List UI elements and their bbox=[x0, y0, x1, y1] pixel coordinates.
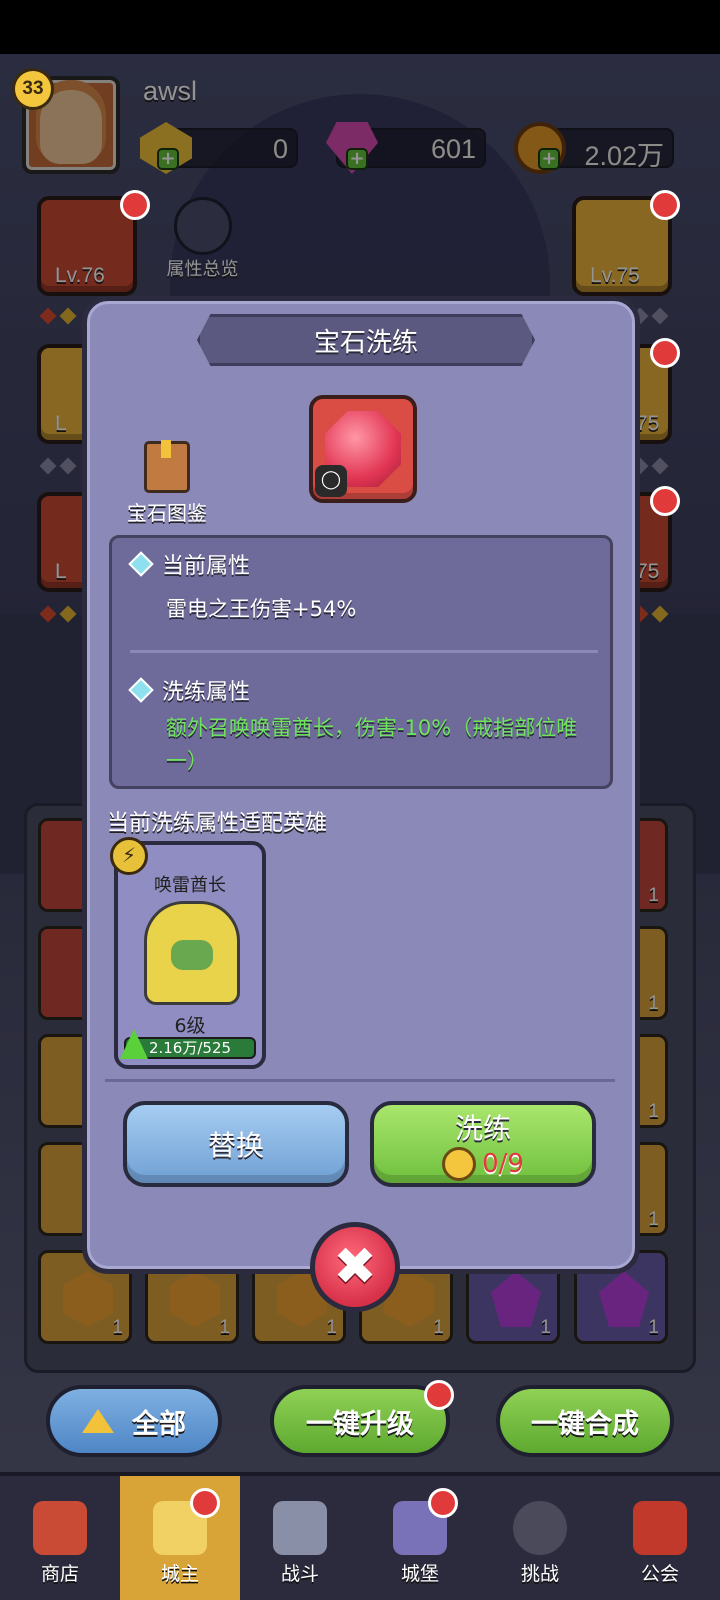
diamond-icon bbox=[128, 677, 154, 703]
nav-lord[interactable]: 城主 bbox=[120, 1476, 240, 1600]
demon-icon bbox=[513, 1501, 567, 1555]
current-attribute-value: 雷电之王伤害+54% bbox=[166, 597, 357, 621]
gold-gem-icon bbox=[442, 1147, 477, 1181]
one-click-merge-button[interactable]: 一键合成 bbox=[496, 1385, 674, 1457]
refine-attribute-header: 洗练属性 bbox=[128, 674, 251, 706]
notification-dot bbox=[650, 338, 680, 368]
refine-attribute-label: 洗练属性 bbox=[162, 680, 251, 705]
notification-dot bbox=[190, 1488, 220, 1518]
swords-icon bbox=[273, 1501, 327, 1555]
refine-cost: 0/9 bbox=[442, 1147, 524, 1181]
ring-slot-icon: ◯ bbox=[315, 465, 347, 497]
filter-all-button[interactable]: 全部 bbox=[46, 1385, 222, 1457]
triangle-icon bbox=[82, 1409, 114, 1433]
refine-label: 洗练 bbox=[454, 1112, 511, 1145]
refine-cost-value: 0/9 bbox=[482, 1149, 524, 1179]
divider bbox=[105, 1079, 615, 1082]
dialog-title: 宝石洗练 bbox=[197, 314, 535, 366]
upgrade-arrow-icon bbox=[120, 1029, 148, 1059]
hero-card[interactable]: ⚡ 唤雷酋长 6级 2.16万/525 bbox=[110, 837, 266, 1069]
filter-all-label: 全部 bbox=[132, 1408, 186, 1440]
attribute-panel: 当前属性 雷电之王伤害+54% 洗练属性 额外召唤唤雷酋长，伤害-10%（戒指部… bbox=[109, 535, 613, 789]
lightning-element-icon: ⚡ bbox=[110, 837, 148, 875]
nav-label: 战斗 bbox=[280, 1563, 319, 1585]
divider bbox=[130, 650, 598, 653]
notification-dot bbox=[424, 1380, 454, 1410]
shop-icon bbox=[33, 1501, 87, 1555]
diamond-icon bbox=[128, 551, 154, 577]
nav-label: 挑战 bbox=[520, 1563, 559, 1585]
replace-button[interactable]: 替换 bbox=[123, 1101, 349, 1187]
nav-battle[interactable]: 战斗 bbox=[240, 1476, 360, 1600]
nav-label: 城堡 bbox=[400, 1563, 439, 1585]
nav-challenge[interactable]: 挑战 bbox=[480, 1476, 600, 1600]
hero-portrait bbox=[144, 901, 240, 1005]
notification-dot bbox=[428, 1488, 458, 1518]
notification-dot bbox=[120, 190, 150, 220]
one-click-upgrade-button[interactable]: 一键升级 bbox=[270, 1385, 450, 1457]
one-click-upgrade-label: 一键升级 bbox=[306, 1408, 414, 1440]
notification-dot bbox=[650, 190, 680, 220]
selected-gem[interactable]: ◯ bbox=[309, 395, 417, 503]
fit-heroes-label: 当前洗练属性适配英雄 bbox=[107, 811, 328, 836]
hero-name: 唤雷酋长 bbox=[154, 875, 226, 896]
close-dialog-button[interactable]: ✖ bbox=[310, 1222, 400, 1312]
refine-attribute-value: 额外召唤唤雷酋长，伤害-10%（戒指部位唯一） bbox=[166, 716, 578, 773]
player-level-badge: 33 bbox=[12, 68, 54, 110]
gem-collection-label: 宝石图鉴 bbox=[127, 501, 207, 525]
book-icon bbox=[144, 440, 190, 493]
current-attribute-header: 当前属性 bbox=[128, 548, 251, 580]
close-icon: ✖ bbox=[333, 1237, 377, 1297]
status-bar bbox=[0, 0, 720, 54]
nav-label: 公会 bbox=[640, 1563, 679, 1585]
refine-button[interactable]: 洗练 0/9 bbox=[370, 1101, 596, 1187]
bottom-navigation: 商店 城主 战斗 城堡 挑战 公会 bbox=[0, 1472, 720, 1600]
nav-label: 城主 bbox=[160, 1563, 199, 1585]
nav-label: 商店 bbox=[40, 1563, 79, 1585]
nav-shop[interactable]: 商店 bbox=[0, 1476, 120, 1600]
notification-dot bbox=[650, 486, 680, 516]
banner-icon bbox=[633, 1501, 687, 1555]
nav-guild[interactable]: 公会 bbox=[600, 1476, 720, 1600]
replace-label: 替换 bbox=[207, 1129, 264, 1162]
one-click-merge-label: 一键合成 bbox=[531, 1408, 639, 1440]
gem-collection-button[interactable]: 宝石图鉴 bbox=[112, 440, 222, 526]
gem-refine-dialog: 宝石洗练 宝石图鉴 ◯ 当前属性 雷电之王伤害+54% 洗练属性 额外召唤唤雷酋… bbox=[82, 296, 640, 1274]
current-attribute-label: 当前属性 bbox=[162, 554, 251, 579]
nav-castle[interactable]: 城堡 bbox=[360, 1476, 480, 1600]
